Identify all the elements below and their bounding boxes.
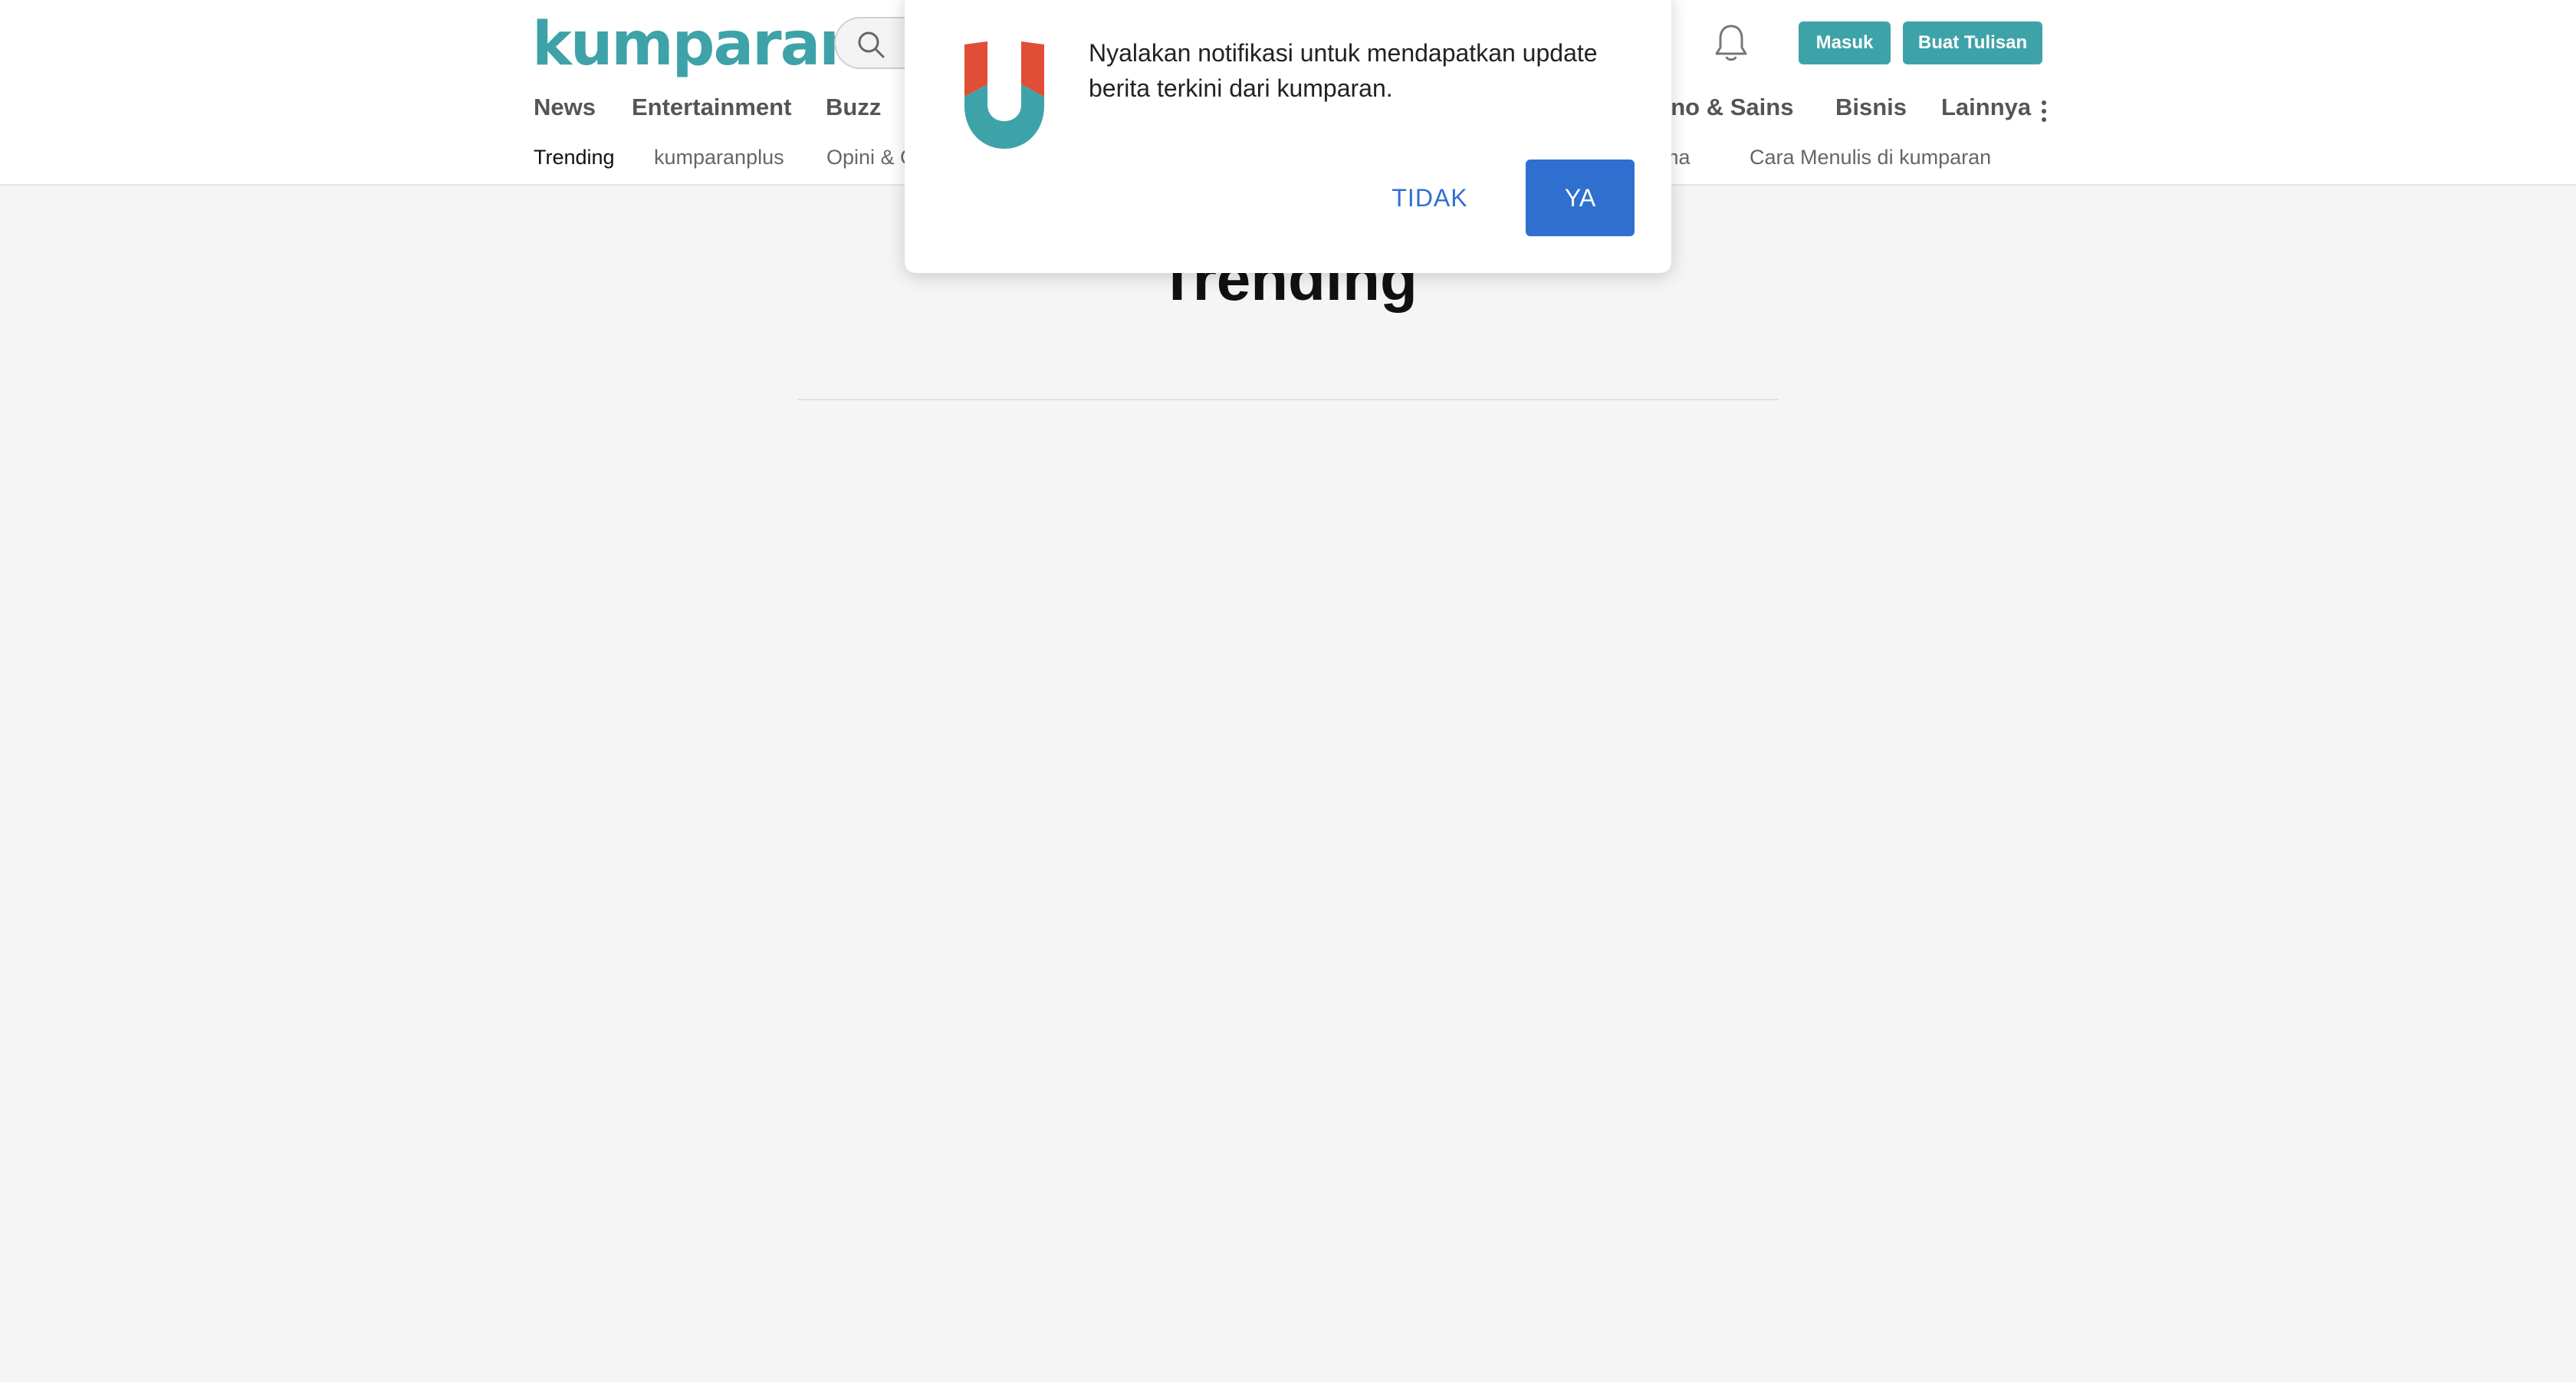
subnav-item-opini[interactable]: Opini & C (826, 146, 915, 169)
notification-permission-dialog: Nyalakan notifikasi untuk mendapatkan up… (905, 0, 1671, 273)
write-article-button[interactable]: Buat Tulisan (1903, 21, 2042, 64)
nav-item-bisnis[interactable]: Bisnis (1835, 94, 1907, 121)
subnav-item-trending[interactable]: Trending (534, 146, 615, 169)
kumparan-u-logo-icon (964, 41, 1044, 149)
nav-item-entertainment[interactable]: Entertainment (632, 94, 791, 121)
kumparan-logo[interactable]: kumparan (532, 6, 862, 83)
subnav-item-kumparanplus[interactable]: kumparanplus (654, 146, 784, 169)
login-button[interactable]: Masuk (1799, 21, 1891, 64)
nav-item-buzz[interactable]: Buzz (826, 94, 881, 121)
search-icon (858, 31, 885, 58)
subnav-item-cara-menulis[interactable]: Cara Menulis di kumparan (1750, 146, 1991, 169)
nav-item-tekno-sains[interactable]: kno & Sains (1658, 94, 1793, 121)
accept-button[interactable]: YA (1526, 160, 1635, 236)
more-vertical-icon[interactable] (2039, 98, 2049, 124)
bell-icon[interactable] (1713, 23, 1750, 63)
nav-item-lainnya[interactable]: Lainnya (1941, 94, 2031, 121)
decline-button[interactable]: TIDAK (1380, 160, 1480, 236)
nav-item-news[interactable]: News (534, 94, 596, 121)
notification-message: Nyalakan notifikasi untuk mendapatkan up… (1089, 39, 1598, 102)
title-divider (797, 399, 1779, 400)
